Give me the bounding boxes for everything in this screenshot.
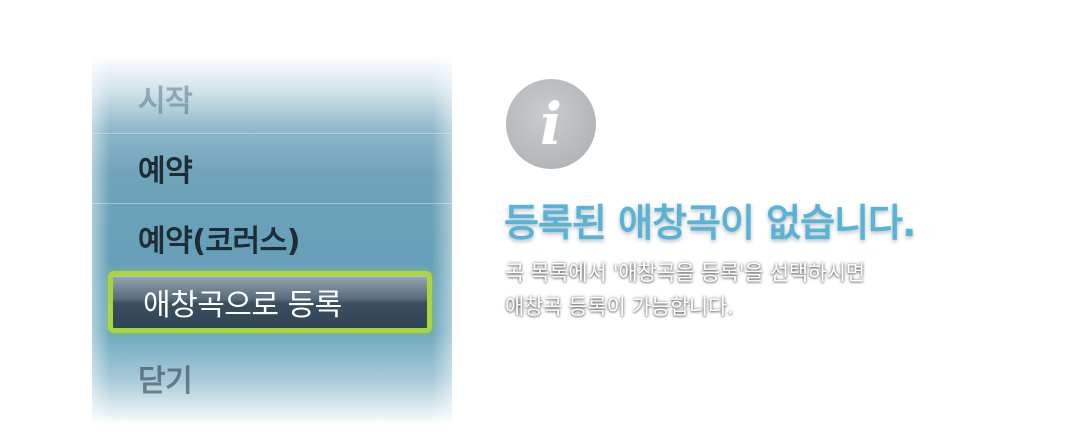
screen: 시작 예약 예약(코러스) 애창곡으로 등록 닫기 i 등록된 애창곡이 없습니… <box>0 0 1084 446</box>
context-menu: 시작 예약 예약(코러스) 애창곡으로 등록 닫기 <box>92 55 452 425</box>
menu-item-reserve-chorus[interactable]: 예약(코러스) <box>92 203 452 273</box>
menu-item-close[interactable]: 닫기 <box>92 343 452 413</box>
info-icon-glyph: i <box>539 90 563 158</box>
empty-state-title: 등록된 애창곡이 없습니다. <box>504 201 916 245</box>
menu-item-add-favorite[interactable]: 애창곡으로 등록 <box>108 271 432 333</box>
empty-state-description-line1: 곡 목록에서 '애창곡을 등록'을 선택하시면 <box>505 261 865 285</box>
menu-item-start[interactable]: 시작 <box>92 63 452 133</box>
empty-state-description-line2: 애창곡 등록이 가능합니다. <box>505 295 734 319</box>
info-icon: i <box>506 79 596 169</box>
menu-item-reserve[interactable]: 예약 <box>92 133 452 203</box>
